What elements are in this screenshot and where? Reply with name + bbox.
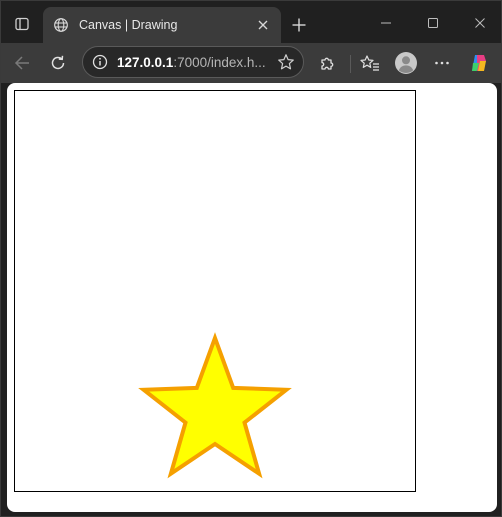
window-close-button[interactable]	[460, 9, 500, 37]
url-host: 127.0.0.1	[117, 55, 174, 70]
maximize-icon	[428, 18, 438, 28]
tab-title: Canvas | Drawing	[79, 18, 178, 32]
more-icon	[435, 61, 449, 65]
extensions-button[interactable]	[314, 49, 342, 77]
canvas-svg	[138, 332, 292, 479]
globe-icon	[54, 18, 68, 32]
profile-button[interactable]	[392, 49, 420, 77]
copilot-button[interactable]	[465, 49, 493, 77]
favorites-button[interactable]	[356, 49, 384, 77]
puzzle-icon	[321, 57, 334, 70]
back-button[interactable]	[8, 49, 36, 77]
new-tab-button[interactable]	[287, 13, 311, 37]
copilot-icon	[472, 55, 486, 71]
plus-icon	[292, 18, 306, 32]
drawing-canvas[interactable]	[14, 90, 416, 492]
minimize-icon	[381, 22, 391, 24]
tab-actions-icon	[15, 17, 29, 31]
info-icon	[92, 54, 108, 70]
tab-strip: Canvas | Drawing	[1, 1, 501, 43]
favorites-icon	[360, 55, 379, 71]
reload-button[interactable]	[44, 49, 72, 77]
yellow-star-shape	[138, 332, 292, 479]
close-icon	[258, 20, 268, 30]
page-viewport	[7, 83, 497, 512]
site-info-button[interactable]	[89, 51, 111, 73]
minimize-button[interactable]	[366, 9, 406, 37]
more-menu-button[interactable]	[428, 49, 456, 77]
star-outline-icon	[278, 54, 294, 70]
favorite-button[interactable]	[275, 51, 297, 73]
url-text[interactable]: 127.0.0.1:7000/index.h...	[117, 55, 266, 70]
maximize-button[interactable]	[413, 9, 453, 37]
browser-window: Canvas | Drawing 127.0.0.1:7000/index.h.…	[0, 0, 502, 517]
avatar-icon	[395, 52, 417, 74]
browser-toolbar: 127.0.0.1:7000/index.h...	[1, 43, 501, 83]
tab-close-button[interactable]	[253, 15, 273, 35]
tab-canvas-drawing[interactable]: Canvas | Drawing	[43, 7, 281, 43]
address-bar[interactable]: 127.0.0.1:7000/index.h...	[82, 46, 304, 78]
refresh-icon	[51, 55, 65, 70]
arrow-left-icon	[14, 56, 29, 70]
toolbar-separator	[350, 55, 351, 73]
url-path: :7000/index.h...	[173, 55, 266, 70]
close-icon	[475, 18, 485, 28]
tab-actions-button[interactable]	[9, 11, 35, 37]
